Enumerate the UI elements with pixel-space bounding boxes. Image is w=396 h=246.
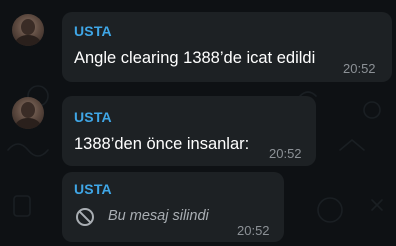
sender-avatar[interactable] bbox=[12, 14, 44, 46]
sender-name[interactable]: USTA bbox=[74, 109, 112, 125]
message-text: 1388’den önce insanlar: bbox=[74, 135, 250, 153]
sender-name[interactable]: USTA bbox=[74, 181, 112, 197]
message-text: Angle clearing 1388’de icat edildi bbox=[74, 49, 316, 67]
message-time: 20:52 bbox=[237, 223, 270, 238]
sender-avatar[interactable] bbox=[12, 97, 44, 129]
message-time: 20:52 bbox=[343, 61, 376, 76]
sender-name[interactable]: USTA bbox=[74, 23, 112, 39]
message-time: 20:52 bbox=[269, 146, 302, 161]
deleted-message-text: Bu mesaj silindi bbox=[108, 208, 209, 224]
blocked-circle-icon bbox=[76, 208, 94, 226]
